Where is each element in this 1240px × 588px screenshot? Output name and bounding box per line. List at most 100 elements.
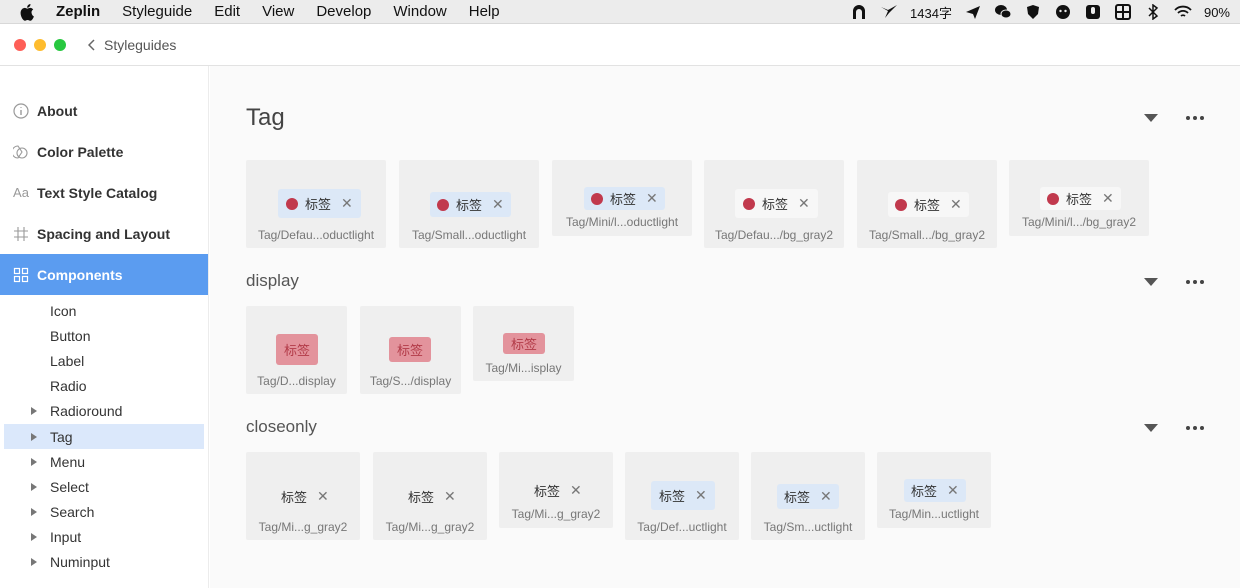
display-tag-preview: 标签 (276, 334, 318, 365)
expand-arrow-icon[interactable] (31, 407, 37, 416)
microphone-icon[interactable] (1084, 4, 1102, 20)
sidebar-item-label: About (37, 102, 78, 119)
menu-styleguide[interactable]: Styleguide (122, 3, 192, 20)
red-dot-icon (1047, 192, 1059, 205)
component-card[interactable]: 标签 ✕ Tag/Sm...uctlight (751, 452, 865, 540)
menu-develop[interactable]: Develop (316, 3, 371, 20)
apple-icon[interactable] (18, 2, 38, 22)
component-card[interactable]: 标签 Tag/Mi...isplay (473, 306, 574, 381)
tag-label: 标签 (610, 192, 637, 207)
expand-arrow-icon[interactable] (31, 432, 37, 441)
section-tools-closeonly (1144, 424, 1204, 432)
red-dot-icon (743, 197, 755, 210)
tag-label: 标签 (762, 197, 789, 212)
sidebar-sub-item-select[interactable]: Select (4, 474, 204, 499)
component-card[interactable]: 标签 ✕ Tag/Mi...g_gray2 (499, 452, 613, 528)
battery-text[interactable]: 90% (1204, 5, 1230, 20)
expand-arrow-icon[interactable] (31, 482, 37, 491)
sidebar-sub-item-menu[interactable]: Menu (4, 449, 204, 474)
menu-view[interactable]: View (262, 3, 294, 20)
sidebar-sub-item-numinput[interactable]: Numinput (4, 550, 204, 575)
sidebar-sub-item-radio[interactable]: Radio (4, 374, 204, 399)
tag-label: 标签 (456, 198, 483, 213)
sidebar-sub-item-tag[interactable]: Tag (4, 423, 204, 450)
collapse-section-icon[interactable] (1144, 278, 1158, 286)
collapse-section-icon[interactable] (1144, 114, 1158, 122)
close-window-button[interactable] (14, 38, 26, 51)
tag-preview: 标签 ✕ (408, 487, 456, 506)
component-card[interactable]: 标签 ✕ Tag/Small...oductlight (399, 160, 539, 248)
bird-icon[interactable] (880, 4, 898, 20)
send-icon[interactable] (964, 4, 982, 20)
menu-window[interactable]: Window (393, 3, 446, 20)
sidebar-item-label: Spacing and Layout (37, 225, 171, 242)
sidebar-sub-item-search[interactable]: Search (4, 500, 204, 525)
card-caption: Tag/Defau...oductlight (257, 228, 375, 242)
bluetooth-icon[interactable] (1144, 4, 1162, 20)
status-tray: 1434字 90% (850, 0, 1230, 24)
back-to-styleguides-button[interactable]: Styleguides (88, 37, 176, 53)
expand-arrow-icon[interactable] (31, 533, 37, 542)
wifi-icon[interactable] (1174, 4, 1192, 20)
tag-label: 标签 (305, 197, 332, 212)
section-tools-tag (1144, 114, 1204, 122)
wechat-icon[interactable] (994, 4, 1012, 20)
card-caption: Tag/Sm...uctlight (763, 520, 853, 534)
expand-arrow-icon[interactable] (31, 508, 37, 517)
card-caption: Tag/Defau.../bg_gray2 (714, 228, 834, 242)
expand-arrow-icon[interactable] (31, 558, 37, 567)
menu-edit[interactable]: Edit (214, 3, 240, 20)
menu-app-name[interactable]: Zeplin (56, 3, 100, 20)
red-dot-icon (437, 198, 449, 211)
sidebar-sub-item-radioround[interactable]: Radioround (4, 399, 204, 424)
more-options-icon[interactable] (1186, 280, 1204, 284)
sidebar-sub-item-input[interactable]: Input (4, 525, 204, 550)
component-card[interactable]: 标签 Tag/S.../display (360, 306, 461, 394)
component-card[interactable]: 标签 ✕ Tag/Mi...g_gray2 (246, 452, 360, 540)
component-card[interactable]: 标签 ✕ Tag/Defau.../bg_gray2 (704, 160, 844, 248)
menu-help[interactable]: Help (469, 3, 500, 20)
maximize-window-button[interactable] (54, 38, 66, 51)
component-card[interactable]: 标签 ✕ Tag/Mini/l.../bg_gray2 (1009, 160, 1149, 236)
sidebar-sub-item-icon[interactable]: Icon (4, 298, 204, 323)
close-icon: ✕ (492, 196, 504, 212)
tag-label: 标签 (911, 484, 938, 499)
collapse-section-icon[interactable] (1144, 424, 1158, 432)
section-header-closeonly: closeonly (246, 417, 317, 437)
minimize-window-button[interactable] (34, 38, 46, 51)
sidebar-sub-item-button[interactable]: Button (4, 323, 204, 348)
tag-label: 标签 (534, 484, 561, 499)
component-card[interactable]: 标签 ✕ Tag/Mini/l...oductlight (552, 160, 692, 236)
component-card[interactable]: 标签 ✕ Tag/Def...uctlight (625, 452, 739, 540)
component-card[interactable]: 标签 ✕ Tag/Defau...oductlight (246, 160, 386, 248)
sidebar-item-label: Color Palette (37, 143, 124, 160)
components-icon (12, 266, 30, 284)
section-tools-display (1144, 278, 1204, 286)
sidebar-item-spacing-and-layout[interactable]: Spacing and Layout (0, 213, 208, 254)
sidebar-item-color-palette[interactable]: Color Palette (0, 131, 208, 172)
expand-arrow-icon[interactable] (31, 457, 37, 466)
red-dot-icon (286, 197, 298, 210)
component-card[interactable]: 标签 ✕ Tag/Min...uctlight (877, 452, 991, 528)
sidebar: About Color Palette Aa Text Style Catalo… (0, 66, 209, 588)
more-options-icon[interactable] (1186, 116, 1204, 120)
close-icon: ✕ (341, 195, 353, 211)
close-icon: ✕ (798, 195, 810, 211)
shield-icon[interactable] (1024, 4, 1042, 20)
sidebar-item-about[interactable]: About (0, 90, 208, 131)
component-card[interactable]: 标签 ✕ Tag/Mi...g_gray2 (373, 452, 487, 540)
face-icon[interactable] (1054, 4, 1072, 20)
tag-label: 标签 (281, 490, 308, 505)
sidebar-sub-item-label[interactable]: Label (4, 348, 204, 373)
component-card[interactable]: 标签 ✕ Tag/Small.../bg_gray2 (857, 160, 997, 248)
tag-preview: 标签 ✕ (281, 487, 329, 506)
input-method-text[interactable]: 1434字 (910, 3, 952, 22)
component-card[interactable]: 标签 Tag/D...display (246, 306, 347, 394)
sidebar-item-components[interactable]: Components (0, 254, 208, 295)
card-caption: Tag/Small...oductlight (411, 228, 527, 242)
more-options-icon[interactable] (1186, 426, 1204, 430)
sub-item-label: Radioround (50, 403, 123, 420)
sidebar-item-text-style-catalog[interactable]: Aa Text Style Catalog (0, 172, 208, 213)
arch-icon[interactable] (850, 4, 868, 20)
grid-app-icon[interactable] (1114, 4, 1132, 20)
